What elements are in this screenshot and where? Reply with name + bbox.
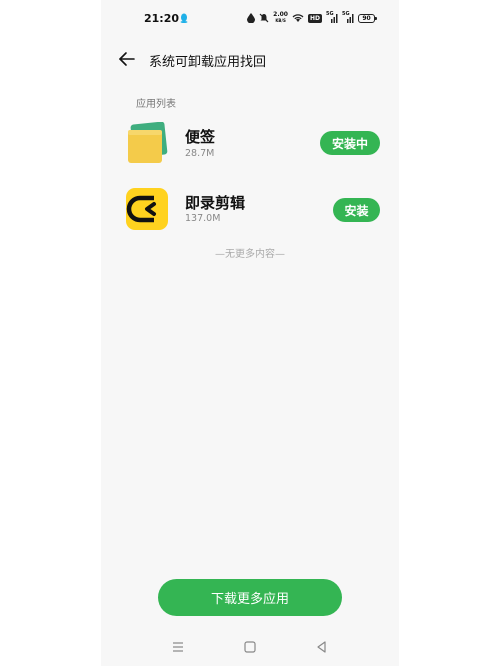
header-bar: 系统可卸载应用找回	[101, 44, 399, 74]
installing-button[interactable]: 安装中	[320, 131, 380, 155]
home-icon[interactable]	[243, 640, 257, 654]
app-size: 137.0M	[185, 213, 221, 224]
status-bar: 21:20 2.00 KB/S HD 5G 5G 90	[101, 0, 399, 38]
water-drop-icon	[247, 13, 256, 23]
status-time: 21:20	[144, 12, 180, 25]
app-name: 便签	[185, 128, 216, 146]
back-triangle-icon[interactable]	[315, 640, 329, 654]
mute-bell-icon	[259, 13, 269, 23]
app-size: 28.7M	[185, 148, 215, 159]
net-speed: 2.00 KB/S	[273, 11, 288, 24]
list-item-notes[interactable]: 便签 28.7M 安装中	[101, 122, 399, 172]
phone-screen: 21:20 2.00 KB/S HD 5G 5G 90 系统可卸载应用找回 应用…	[101, 0, 399, 666]
signal-icon-1: 5G	[326, 11, 338, 23]
notes-app-icon	[128, 122, 168, 163]
hd-badge: HD	[307, 13, 322, 23]
download-more-apps-button[interactable]: 下载更多应用	[158, 579, 342, 616]
no-more-content-text: —无更多内容—	[215, 249, 285, 260]
status-icons: 2.00 KB/S HD 5G 5G 90	[247, 11, 377, 24]
signal-icon-2: 5G	[342, 11, 354, 23]
back-arrow-icon[interactable]	[118, 50, 136, 68]
page-title: 系统可卸载应用找回	[149, 55, 267, 70]
wifi-icon	[292, 14, 304, 22]
section-label: 应用列表	[136, 99, 176, 110]
navigation-bar	[101, 636, 399, 660]
install-button[interactable]: 安装	[333, 198, 380, 222]
list-item-clip-editor[interactable]: 即录剪辑 137.0M 安装	[101, 188, 399, 238]
qq-notification-icon	[180, 13, 188, 23]
battery-indicator: 90	[358, 13, 377, 23]
clip-editor-app-icon	[126, 188, 168, 230]
menu-icon[interactable]	[171, 640, 185, 654]
app-name: 即录剪辑	[185, 194, 246, 212]
